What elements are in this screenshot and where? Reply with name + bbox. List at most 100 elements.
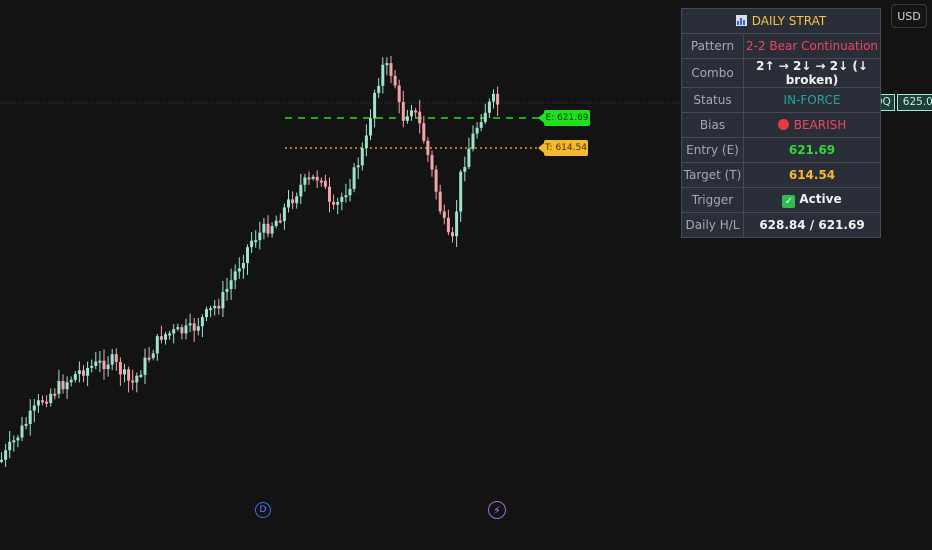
bias-label: Bias xyxy=(681,112,744,138)
candle-body xyxy=(442,211,446,218)
candle-body xyxy=(254,240,258,243)
candle-body xyxy=(32,405,36,411)
candle-body xyxy=(352,167,356,189)
candle-body xyxy=(24,423,28,426)
candle-body xyxy=(90,365,94,368)
candle-body xyxy=(192,323,196,331)
candle-body xyxy=(475,127,479,134)
candle-body xyxy=(168,333,172,336)
entry-value: 621.69 xyxy=(743,137,881,163)
candle-body xyxy=(328,186,331,202)
pattern-label: Pattern xyxy=(681,33,744,59)
candle-body xyxy=(205,309,208,318)
candle-body xyxy=(16,437,20,441)
red-circle-icon xyxy=(777,119,789,130)
candle-body xyxy=(86,367,90,376)
daily-hl-value: 628.84 / 621.69 xyxy=(743,212,881,238)
lightning-icon[interactable]: ⚡ xyxy=(488,501,506,519)
candle-body xyxy=(323,180,327,187)
candle-body xyxy=(0,459,3,462)
candle-body xyxy=(159,336,163,340)
candle-body xyxy=(496,93,500,105)
candle-body xyxy=(307,177,311,180)
check-icon: ✓ xyxy=(782,195,796,208)
candle-body xyxy=(82,370,85,376)
candle-body xyxy=(344,195,348,198)
candle-body xyxy=(53,393,57,396)
candle-body xyxy=(155,336,159,354)
candle-body xyxy=(463,167,467,172)
candle-body xyxy=(147,357,151,360)
entry-level-label: E: 621.69 xyxy=(538,110,590,126)
candle-body xyxy=(209,308,213,311)
candle-body xyxy=(229,280,233,289)
candle-body xyxy=(106,364,110,370)
status-label: Status xyxy=(681,87,744,113)
candle-body xyxy=(184,325,188,334)
combo-value: 2↑ → 2↓ → 2↓ (↓ broken) xyxy=(743,58,881,88)
candle-body xyxy=(12,440,16,443)
candle-body xyxy=(118,362,122,375)
candle-body xyxy=(241,263,245,269)
candle-body xyxy=(492,93,495,102)
candle-body xyxy=(172,329,176,334)
candle-body xyxy=(4,450,8,460)
candle-body xyxy=(258,232,262,241)
trigger-cell: ✓ Active xyxy=(743,187,881,213)
candle-body xyxy=(217,305,221,309)
candle-body xyxy=(364,135,368,149)
pattern-value: 2-2 Bear Continuation xyxy=(743,33,881,59)
panel-title: DAILY STRAT xyxy=(681,8,881,34)
candle-body xyxy=(471,133,475,149)
candle-body xyxy=(430,155,434,170)
candle-body xyxy=(233,271,237,281)
candle-body xyxy=(418,111,422,124)
candle-body xyxy=(336,201,340,205)
daily-hl-label: Daily H/L xyxy=(681,212,744,238)
candle-body xyxy=(69,379,73,383)
candle-body xyxy=(311,176,315,179)
candle-body xyxy=(127,369,131,381)
candle-body xyxy=(200,317,204,327)
dividend-marker[interactable]: D xyxy=(255,502,271,518)
candle-body xyxy=(434,169,438,192)
candle-body xyxy=(8,441,12,451)
candle-body xyxy=(369,118,372,136)
candle-body xyxy=(446,217,450,233)
candle-body xyxy=(414,110,418,113)
candle-body xyxy=(483,112,487,123)
last-price-value: 625.05 xyxy=(896,94,932,111)
candle-body xyxy=(110,354,114,365)
candle-body xyxy=(348,188,352,196)
candle-body xyxy=(28,410,32,424)
bias-value: BEARISH xyxy=(793,118,847,132)
candle-body xyxy=(295,196,299,204)
candle-body xyxy=(487,101,491,113)
combo-label: Combo xyxy=(681,58,744,88)
panel-title-text: DAILY STRAT xyxy=(751,14,827,28)
candle-body xyxy=(332,201,336,205)
entry-label: Entry (E) xyxy=(681,137,744,163)
candle-body xyxy=(131,380,135,383)
candle-body xyxy=(282,207,286,222)
candle-body xyxy=(77,370,81,374)
candle-body xyxy=(250,240,254,248)
candle-body xyxy=(340,196,344,202)
candle-body xyxy=(405,116,409,121)
candle-body xyxy=(139,374,143,377)
candle-body xyxy=(94,361,98,366)
candle-body xyxy=(213,305,217,309)
candle-body xyxy=(114,354,118,363)
candle-body xyxy=(356,165,360,168)
candle-body xyxy=(377,85,381,93)
candle-body xyxy=(397,85,401,103)
candle-body xyxy=(262,223,266,233)
currency-button[interactable]: USD xyxy=(891,4,927,28)
candle-body xyxy=(196,326,200,331)
target-label: Target (T) xyxy=(681,162,744,188)
candle-body xyxy=(266,223,270,234)
daily-strat-panel: DAILY STRAT Pattern 2-2 Bear Continuatio… xyxy=(681,8,881,238)
candle-body xyxy=(225,288,229,292)
target-value: 614.54 xyxy=(743,162,881,188)
candle-body xyxy=(221,291,225,309)
